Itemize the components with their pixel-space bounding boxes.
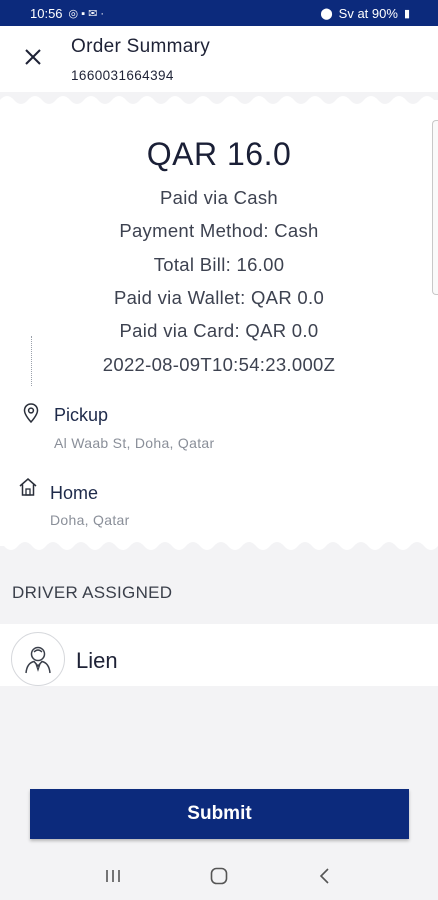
notification-icons: ◎ ▪ ✉ · [68,7,105,20]
payment-method-line: Payment Method: Cash [119,220,319,241]
close-button[interactable] [18,42,48,72]
driver-row[interactable]: Lien [0,624,438,686]
timestamp-line: 2022-08-09T10:54:23.000Z [102,354,336,375]
home-circle-icon [210,867,228,884]
status-bar: 10:56 ◎ ▪ ✉ · ⬤ Sv at 90% ▮ [0,0,438,26]
nav-home-button[interactable] [199,856,239,896]
home-icon [19,478,37,496]
recents-icon [106,869,120,882]
pickup-title: Pickup [54,405,109,425]
pickup-address: Al Waab St, Doha, Qatar [54,435,215,451]
avatar [11,632,65,686]
close-icon [25,49,41,65]
submit-button[interactable]: Submit [30,789,409,839]
person-icon [25,646,51,674]
wallet-line: Paid via Wallet: QAR 0.0 [113,287,325,308]
route-line [31,336,32,386]
dropoff-address: Doha, Qatar [50,512,130,528]
status-left: 10:56 ◎ ▪ ✉ · [30,6,104,21]
driver-heading: DRIVER ASSIGNED [12,583,173,602]
card-line: Paid via Card: QAR 0.0 [119,320,319,341]
dropoff-title: Home [50,483,99,503]
status-battery-text: Sv at 90% [338,5,398,21]
page-title: Order Summary [71,36,211,57]
edge-panel-handle[interactable] [432,120,438,295]
battery-icon: ▮ [403,7,410,20]
location-status-icon: ⬤ [320,7,333,20]
back-icon [319,867,329,884]
driver-name: Lien [76,648,118,673]
nav-back-button[interactable] [305,856,345,896]
total-amount: QAR 16.0 [146,136,292,172]
paid-via-line: Paid via Cash [159,187,279,208]
system-nav-bar [0,851,438,900]
status-time: 10:56 [30,5,63,21]
header: Order Summary 1660031664394 [0,26,438,92]
order-id: 1660031664394 [71,68,174,83]
total-bill-line: Total Bill: 16.00 [153,254,285,275]
location-pin-icon [23,403,39,424]
status-right: ⬤ Sv at 90% ▮ [320,6,410,21]
nav-recents-button[interactable] [93,856,133,896]
